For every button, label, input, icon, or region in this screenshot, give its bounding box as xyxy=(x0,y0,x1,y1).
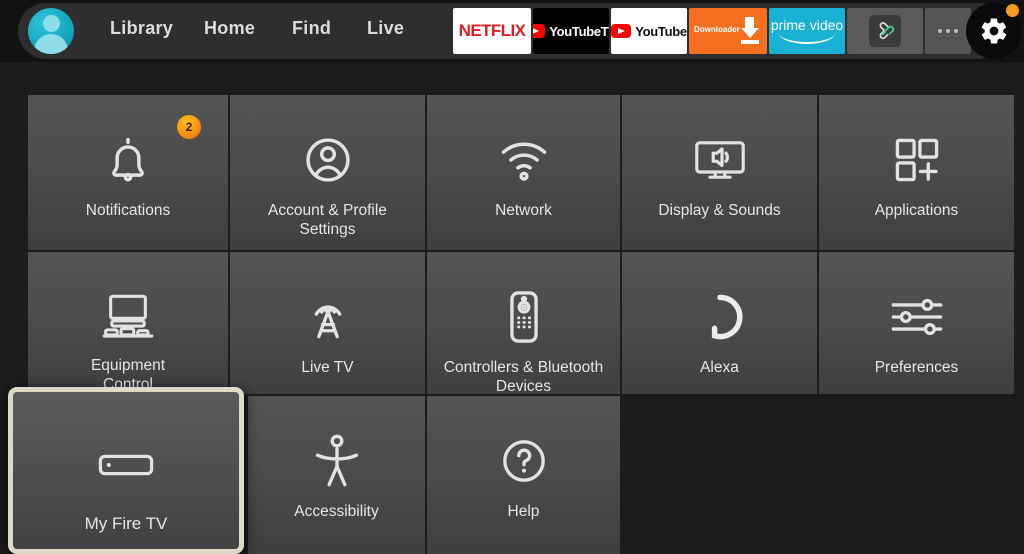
settings-tile-grid: Notifications 2 Account & Profile Setting… xyxy=(0,62,1024,554)
settings-tile-label: Accessibility xyxy=(294,503,379,520)
pinwheel-icon xyxy=(879,22,895,40)
settings-tile-live-tv[interactable]: Live TV xyxy=(230,252,425,394)
settings-tile-account-profile-settings[interactable]: Account & Profile Settings xyxy=(230,95,425,250)
settings-tile-display-sounds[interactable]: Display & Sounds xyxy=(622,95,817,250)
settings-notification-dot xyxy=(1006,4,1019,17)
nav-item-find[interactable]: Find xyxy=(292,18,331,39)
settings-tile-network[interactable]: Network xyxy=(427,95,620,250)
settings-tile-label: Notifications xyxy=(85,202,171,219)
tv-sound-icon-wrap xyxy=(692,133,748,187)
gear-icon xyxy=(981,18,1007,44)
settings-tile-preferences[interactable]: Preferences xyxy=(819,252,1014,394)
settings-tile-label: Live TV xyxy=(301,359,354,376)
settings-tile-label: Alexa xyxy=(700,359,739,376)
firetv-stick-icon xyxy=(98,454,154,476)
app-shortcut-downloader[interactable]: Downloader xyxy=(689,8,767,54)
help-icon xyxy=(502,440,545,482)
nav-item-home[interactable]: Home xyxy=(204,18,255,39)
firetv-stick-icon-wrap xyxy=(98,438,154,492)
sliders-icon-wrap xyxy=(890,290,944,344)
wifi-icon-wrap xyxy=(497,133,551,187)
downloader-wordmark: Downloader xyxy=(694,25,740,34)
profile-avatar[interactable] xyxy=(28,8,74,54)
equipment-icon-wrap xyxy=(101,290,155,342)
equipment-icon xyxy=(102,294,154,338)
youtube-play-icon xyxy=(611,24,632,38)
prime-video-wordmark: prime video xyxy=(770,17,844,33)
downloader-logo: Downloader xyxy=(689,8,767,54)
settings-gear-button[interactable] xyxy=(966,3,1022,59)
amazon-smile-icon xyxy=(779,33,835,44)
top-navigation-bar: Library Home Find Live NETFLIX YouTubeTV Yo… xyxy=(0,0,1024,62)
app-grid-icon xyxy=(895,138,938,182)
remote-icon-wrap xyxy=(507,290,541,344)
youtube-wordmark: YouTube xyxy=(635,23,687,39)
settings-tile-applications[interactable]: Applications xyxy=(819,95,1014,250)
app-shortcut-smarttube[interactable] xyxy=(847,8,923,54)
prime-video-logo: prime video xyxy=(771,18,843,44)
bell-icon xyxy=(112,137,144,182)
app-shortcut-youtube-tv[interactable]: YouTubeTV xyxy=(533,8,609,54)
youtube-tv-logo: YouTubeTV xyxy=(533,24,609,39)
settings-tile-label: Controllers & Bluetooth Devices xyxy=(443,359,604,394)
youtube-tv-wordmark: YouTubeTV xyxy=(549,23,609,39)
notification-count-badge: 2 xyxy=(177,115,201,139)
antenna-icon xyxy=(314,305,341,339)
youtube-logo: YouTube xyxy=(611,24,687,39)
accessibility-icon-wrap xyxy=(314,434,360,488)
antenna-icon-wrap xyxy=(303,290,353,344)
settings-tile-label: Preferences xyxy=(874,359,959,376)
settings-tile-help[interactable]: Help xyxy=(427,396,620,554)
settings-tile-label: Display & Sounds xyxy=(658,202,781,219)
person-icon-wrap xyxy=(302,133,354,187)
tv-sound-icon xyxy=(694,141,745,179)
avatar-body-shape xyxy=(34,33,68,54)
more-apps-icon xyxy=(938,29,958,33)
alexa-icon-wrap xyxy=(695,290,745,344)
help-icon-wrap xyxy=(499,434,549,488)
remote-icon xyxy=(509,291,538,343)
settings-tile-alexa[interactable]: Alexa xyxy=(622,252,817,394)
fire-tv-settings-screen: Library Home Find Live NETFLIX YouTubeTV Yo… xyxy=(0,0,1024,554)
person-icon xyxy=(305,138,350,182)
settings-tile-my-fire-tv[interactable]: My Fire TV xyxy=(8,387,244,554)
settings-tile-accessibility[interactable]: Accessibility xyxy=(248,396,425,554)
sliders-icon xyxy=(891,298,942,336)
download-arrow-icon xyxy=(741,17,759,44)
nav-item-library[interactable]: Library xyxy=(110,18,173,39)
netflix-wordmark: NETFLIX xyxy=(458,21,526,40)
accessibility-icon xyxy=(315,434,358,487)
wifi-icon xyxy=(501,142,546,181)
bell-icon-wrap xyxy=(102,133,154,187)
nav-item-live[interactable]: Live xyxy=(367,18,404,39)
settings-tile-label: Account & Profile Settings xyxy=(268,202,387,238)
youtube-play-icon xyxy=(533,24,546,38)
settings-tile-equipment-control[interactable]: Equipment Control xyxy=(28,252,228,394)
app-grid-icon-wrap xyxy=(892,133,942,187)
alexa-icon xyxy=(711,294,742,340)
avatar-head-shape xyxy=(42,15,60,33)
app-shortcut-prime-video[interactable]: prime video xyxy=(769,8,845,54)
settings-tile-controllers-bluetooth-devices[interactable]: Controllers & Bluetooth Devices xyxy=(427,252,620,394)
settings-tile-label: Network xyxy=(495,202,552,219)
settings-tile-label: My Fire TV xyxy=(84,514,168,533)
app-shortcut-netflix[interactable]: NETFLIX xyxy=(453,8,531,54)
app-shortcut-more[interactable] xyxy=(925,8,971,54)
smarttube-logo xyxy=(869,15,901,47)
settings-tile-notifications[interactable]: Notifications 2 xyxy=(28,95,228,250)
settings-tile-label: Applications xyxy=(874,202,959,219)
app-shortcut-youtube[interactable]: YouTube xyxy=(611,8,687,54)
settings-tile-label: Help xyxy=(507,503,540,520)
